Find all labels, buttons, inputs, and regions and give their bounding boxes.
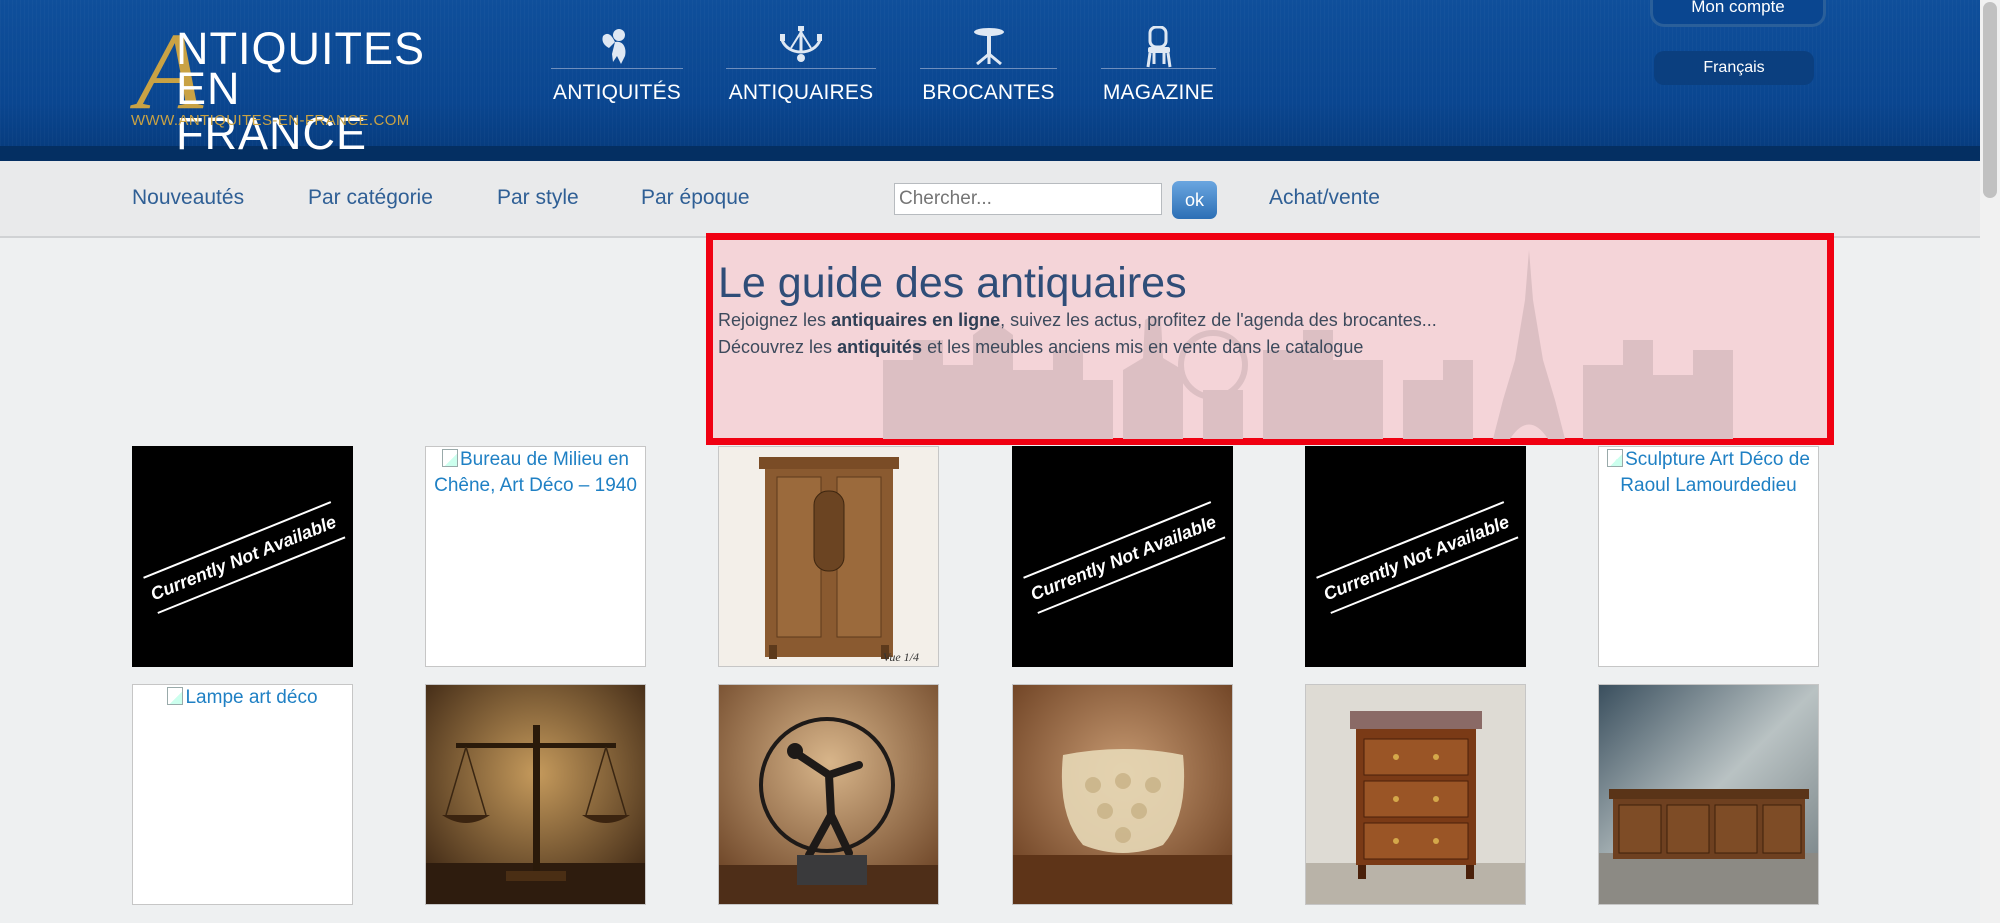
my-account-button[interactable]: Mon compte <box>1650 0 1826 27</box>
search-input[interactable] <box>894 183 1162 215</box>
product-tile[interactable] <box>1012 684 1233 905</box>
nav-label: MAGAZINE <box>1102 81 1215 104</box>
bronze-statue-photo <box>719 685 938 904</box>
hero-text: et les meubles anciens mis en vente dans… <box>922 337 1364 357</box>
unavailable-image: Currently Not Available <box>1316 501 1519 614</box>
glass-vase-photo <box>1013 685 1232 904</box>
logo-text-line2: EN FRANCE <box>176 63 368 159</box>
nav-antiquites[interactable]: ANTIQUITÉS <box>551 26 683 110</box>
broken-image-icon <box>1607 449 1624 467</box>
product-tile[interactable]: Currently Not Available <box>132 446 353 667</box>
nav-antiquaires[interactable]: ANTIQUAIRES <box>726 26 876 110</box>
broken-image-icon <box>167 687 184 705</box>
svg-text:Currently Not Available: Currently Not Available <box>1028 511 1219 604</box>
commode-photo <box>1306 685 1525 904</box>
subnav-buy-sell[interactable]: Achat/vente <box>1269 186 1380 210</box>
chair-icon <box>1101 26 1216 68</box>
svg-text:Vue 1/4: Vue 1/4 <box>883 650 919 664</box>
product-tile[interactable]: Lampe art déco <box>132 684 353 905</box>
product-tile[interactable]: Sculpture Art Déco de Raoul Lamourdedieu <box>1598 446 1819 667</box>
scales-photo <box>426 685 645 904</box>
language-selector[interactable]: Français <box>1654 51 1814 85</box>
broken-image-icon <box>442 449 458 467</box>
product-tile[interactable] <box>718 684 939 905</box>
svg-text:Currently Not Available: Currently Not Available <box>1321 511 1512 604</box>
nav-label: BROCANTES <box>922 81 1055 104</box>
pedestal-table-icon <box>920 26 1057 68</box>
nav-separator <box>1101 68 1216 69</box>
product-image-alt[interactable]: Sculpture Art Déco de Raoul Lamourdedieu <box>1599 447 1818 499</box>
hero-text-line2: Découvrez les antiquités et les meubles … <box>718 337 1363 358</box>
nav-label: ANTIQUAIRES <box>728 81 874 104</box>
site-logo[interactable]: A NTIQUITES EN FRANCE WWW.ANTIQUITES-EN-… <box>130 16 440 156</box>
nav-separator <box>551 68 683 69</box>
product-image-alt[interactable]: Lampe art déco <box>133 685 352 711</box>
unavailable-image: Currently Not Available <box>143 501 346 614</box>
cabinet-photo: Vue 1/4 <box>719 447 938 666</box>
product-tile[interactable]: Currently Not Available <box>1305 446 1526 667</box>
chandelier-icon <box>726 26 876 68</box>
product-tile[interactable]: Bureau de Milieu en Chêne, Art Déco – 19… <box>425 446 646 667</box>
subnav-by-category[interactable]: Par catégorie <box>308 186 433 210</box>
nav-label: ANTIQUITÉS <box>552 81 681 104</box>
nav-magazine[interactable]: MAGAZINE <box>1101 26 1216 110</box>
hero-text-bold[interactable]: antiquaires en ligne <box>831 310 1000 330</box>
hero-text-line1: Rejoignez les antiquaires en ligne, suiv… <box>718 310 1437 331</box>
hero-text: Découvrez les <box>718 337 838 357</box>
product-tile[interactable]: Vue 1/4 <box>718 446 939 667</box>
unavailable-image: Currently Not Available <box>1023 501 1226 614</box>
product-tile[interactable] <box>1598 684 1819 905</box>
product-alt-text: Sculpture Art Déco de Raoul Lamourdedieu <box>1620 449 1810 496</box>
product-tile[interactable] <box>1305 684 1526 905</box>
nav-brocantes[interactable]: BROCANTES <box>920 26 1057 110</box>
scrollbar-thumb[interactable] <box>1983 2 1997 198</box>
nav-separator <box>920 68 1057 69</box>
subnav-new-arrivals[interactable]: Nouveautés <box>132 186 244 210</box>
product-alt-text: Lampe art déco <box>185 687 318 708</box>
product-alt-text: Bureau de Milieu en Chêne, Art Déco – 19… <box>434 449 637 496</box>
product-tile[interactable] <box>425 684 646 905</box>
subnav-by-style[interactable]: Par style <box>497 186 579 210</box>
sideboard-photo <box>1599 685 1818 904</box>
nav-separator <box>726 68 876 69</box>
hero-text: Rejoignez les <box>718 310 832 330</box>
hero-text: , suivez les actus, profitez de l'agenda… <box>1000 310 1437 330</box>
search-submit-button[interactable]: ok <box>1172 181 1217 219</box>
logo-url: WWW.ANTIQUITES-EN-FRANCE.COM <box>131 112 410 129</box>
svg-text:Currently Not Available: Currently Not Available <box>148 511 339 604</box>
subnav-by-period[interactable]: Par époque <box>641 186 750 210</box>
product-tile[interactable]: Currently Not Available <box>1012 446 1233 667</box>
hero-title: Le guide des antiquaires <box>718 259 1187 307</box>
cherub-icon <box>551 26 683 68</box>
hero-text-bold[interactable]: antiquités <box>837 337 922 357</box>
product-image-alt[interactable]: Bureau de Milieu en Chêne, Art Déco – 19… <box>426 447 645 499</box>
